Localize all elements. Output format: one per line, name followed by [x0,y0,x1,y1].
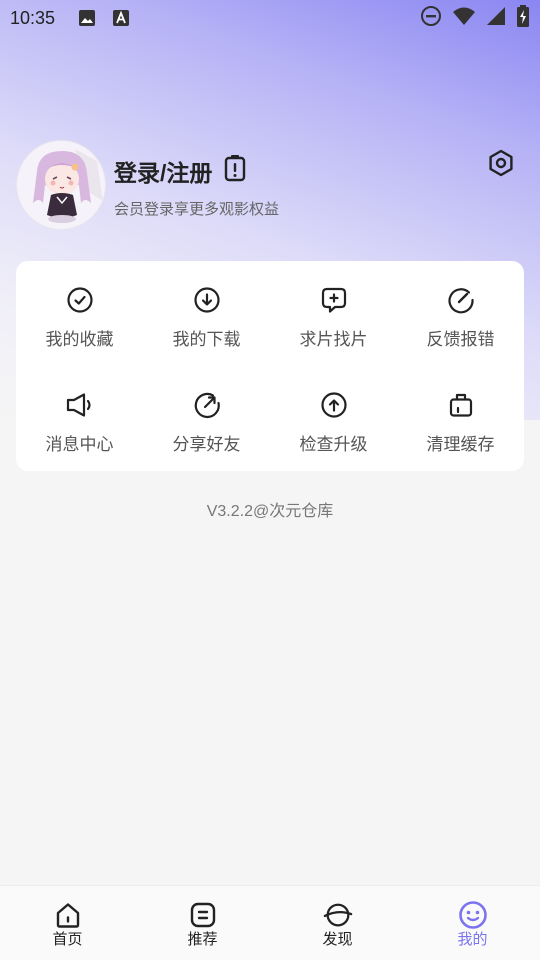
download-circle-icon [192,285,222,315]
avatar[interactable] [16,140,106,230]
upgrade-icon [319,390,349,420]
menu-label: 清理缓存 [426,435,495,454]
menu-item-favorites[interactable]: 我的收藏 [16,261,143,366]
tab-label: 首页 [52,931,83,948]
home-icon [53,900,83,930]
do-not-disturb-icon [420,5,442,32]
tab-discover[interactable]: 发现 [270,886,405,960]
tab-home[interactable]: 首页 [0,886,135,960]
login-register-link[interactable]: 登录/注册 [114,154,246,188]
bottom-tab-bar: 首页 推荐 发现 我的 [0,885,540,960]
font-icon [111,8,131,28]
battery-icon [516,4,530,32]
menu-label: 分享好友 [172,435,241,454]
status-time: 10:35 [10,7,56,28]
signal-icon [486,6,506,31]
share-icon [192,390,222,420]
image-icon [77,8,97,28]
menu-item-downloads[interactable]: 我的下载 [143,261,270,366]
menu-label: 求片找片 [299,330,368,349]
request-bubble-icon [319,285,349,315]
menu-item-upgrade[interactable]: 检查升级 [270,366,397,471]
clear-cache-icon [446,390,476,420]
settings-icon [487,149,515,181]
login-title-text: 登录/注册 [114,160,213,186]
menu-label: 我的下载 [172,330,241,349]
menu-item-share[interactable]: 分享好友 [143,366,270,471]
menu-item-request[interactable]: 求片找片 [270,261,397,366]
tab-mine[interactable]: 我的 [405,886,540,960]
menu-item-feedback[interactable]: 反馈报错 [397,261,524,366]
check-circle-icon [65,285,95,315]
speaker-icon [65,390,95,420]
tab-label: 我的 [457,931,488,948]
function-menu-card: 我的收藏 我的下载 求片找片 反馈报错 消息中心 分享好友 检查升级 清理缓存 [16,261,524,471]
feedback-icon [446,285,476,315]
recommend-icon [188,900,218,930]
app-version: V3.2.2@次元仓库 [206,503,334,520]
alert-card-icon [224,154,246,188]
tab-recommend[interactable]: 推荐 [135,886,270,960]
menu-item-messages[interactable]: 消息中心 [16,366,143,471]
status-right-icons [420,4,530,32]
menu-item-clear-cache[interactable]: 清理缓存 [397,366,524,471]
status-bar: 10:35 [0,0,540,36]
menu-label: 消息中心 [45,435,114,454]
discover-icon [323,900,353,930]
menu-label: 反馈报错 [426,330,495,349]
wifi-icon [452,6,476,31]
login-subtitle: 会员登录享更多观影权益 [114,201,280,218]
menu-label: 检查升级 [299,435,368,454]
tab-label: 发现 [322,931,353,948]
profile-header: 登录/注册 会员登录享更多观影权益 [16,140,524,232]
menu-label: 我的收藏 [45,330,114,349]
tab-label: 推荐 [187,931,218,948]
settings-button[interactable] [486,149,516,181]
profile-smile-icon [458,900,488,930]
